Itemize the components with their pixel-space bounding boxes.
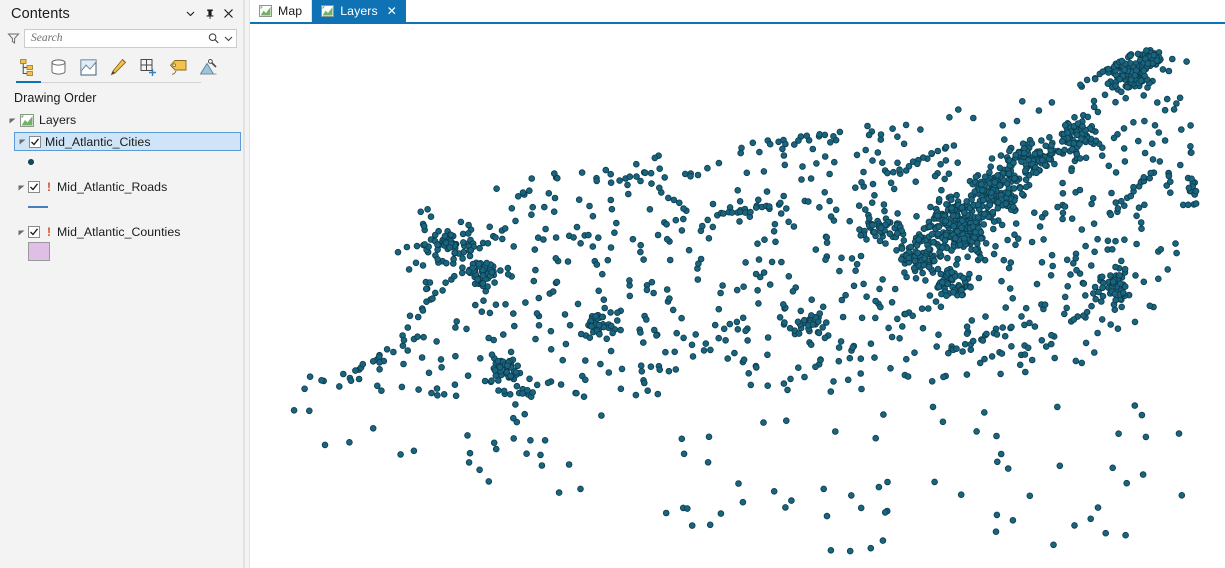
layer-visibility-checkbox[interactable] [28, 226, 40, 238]
data-source-icon[interactable] [46, 55, 71, 80]
layer-visibility-checkbox[interactable] [28, 181, 40, 193]
toolbar-rule [16, 82, 201, 83]
symbol-row-cities [0, 151, 243, 172]
polygon-symbol-swatch [28, 242, 50, 261]
expander-icon[interactable] [15, 224, 28, 240]
layer-label: Mid_Atlantic_Roads [57, 180, 168, 194]
symbol-row-roads [0, 196, 243, 217]
close-icon[interactable] [220, 5, 237, 22]
tab-layers[interactable]: Layers ✕ [312, 0, 406, 22]
search-icon[interactable] [205, 30, 221, 47]
expander-icon[interactable] [16, 134, 29, 150]
map-tab-icon [320, 5, 334, 18]
toolbar-active-underline [16, 81, 41, 83]
close-icon[interactable]: ✕ [387, 5, 397, 17]
label-tag-icon[interactable] [166, 55, 191, 80]
drawing-order-label: Drawing Order [14, 91, 97, 105]
broken-data-source-warning-icon[interactable]: ! [44, 226, 54, 238]
grid-plus-icon[interactable] [136, 55, 161, 80]
search-row [0, 27, 243, 49]
view-tabstrip: Map Layers ✕ [250, 0, 1225, 22]
list-drawing-order-icon[interactable] [16, 55, 41, 80]
layer-row-mid-atlantic-roads[interactable]: ! Mid_Atlantic_Roads [0, 178, 243, 196]
contents-toolbar [0, 52, 243, 83]
tree-group-label: Layers [39, 113, 77, 127]
selection-icon[interactable] [76, 55, 101, 80]
map-group-icon [19, 113, 34, 127]
map-canvas[interactable] [250, 24, 1225, 568]
point-symbol-swatch [28, 158, 34, 165]
layer-row-mid-atlantic-cities[interactable]: Mid_Atlantic_Cities [14, 132, 241, 151]
arcgis-pro-window: Contents Search Drawing Order Layers Mid… [0, 0, 1225, 568]
chevron-down-icon[interactable] [182, 5, 199, 22]
search-input[interactable] [25, 29, 205, 47]
pane-header-buttons [182, 5, 237, 22]
broken-data-source-warning-icon[interactable]: ! [44, 181, 54, 193]
expander-icon[interactable] [15, 179, 28, 195]
search-dropdown-chevron-down-icon[interactable] [221, 30, 236, 47]
tab-label: Layers [340, 4, 378, 18]
tab-map[interactable]: Map [250, 0, 313, 22]
layer-tree: Layers Mid_Atlantic_Cities ! Mid_Atlanti… [0, 111, 243, 262]
search-box[interactable] [24, 28, 237, 48]
layer-visibility-checkbox[interactable] [29, 135, 41, 148]
layer-row-mid-atlantic-counties[interactable]: ! Mid_Atlantic_Counties [0, 223, 243, 241]
contents-pane-header: Contents [0, 0, 243, 27]
tree-group-layers[interactable]: Layers [0, 111, 243, 129]
layer-label: Mid_Atlantic_Counties [57, 225, 181, 239]
page-title: Contents [11, 5, 70, 22]
contents-pane: Contents Search Drawing Order Layers Mid… [0, 0, 244, 568]
filter-icon[interactable] [4, 29, 22, 47]
line-symbol-swatch [28, 205, 48, 208]
charts-icon[interactable] [196, 55, 221, 80]
map-tab-icon [258, 5, 272, 18]
expander-icon[interactable] [6, 112, 19, 128]
cities-point-layer [290, 46, 1200, 555]
layer-label: Mid_Atlantic_Cities [45, 134, 151, 149]
pin-icon[interactable] [201, 5, 218, 22]
map-view-area: Map Layers ✕ [250, 0, 1225, 568]
tab-label: Map [278, 4, 303, 18]
symbol-row-counties [0, 241, 243, 262]
pencil-icon[interactable] [106, 55, 131, 80]
